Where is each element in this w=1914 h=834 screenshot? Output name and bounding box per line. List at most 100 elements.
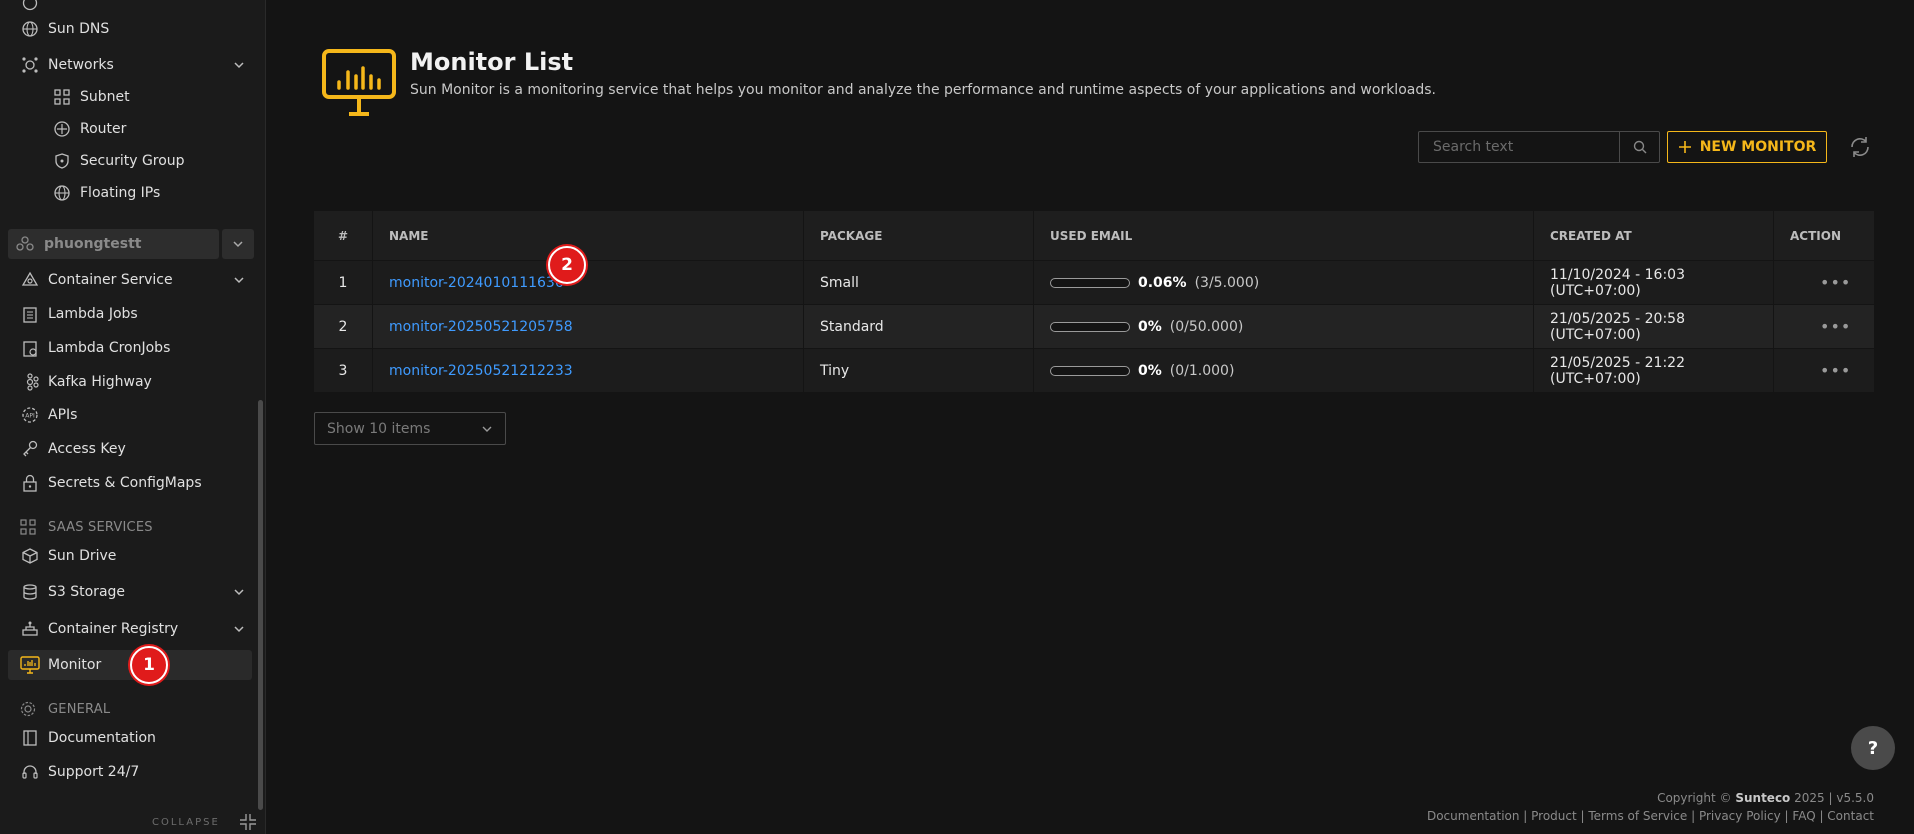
sidebar-item-label: Sun DNS <box>48 21 110 37</box>
search-button[interactable] <box>1619 132 1659 162</box>
sidebar-item-support[interactable]: Support 24/7 <box>8 757 252 787</box>
sidebar-item-label: S3 Storage <box>48 584 126 600</box>
monitor-name-link[interactable]: monitor-20250521205758 <box>389 319 573 335</box>
chevron-down-icon <box>234 589 244 596</box>
search-input[interactable] <box>1419 132 1619 162</box>
sidebar-item-s3-storage[interactable]: S3 Storage <box>8 577 252 607</box>
sidebar-item-label: Kafka Highway <box>48 374 152 390</box>
sidebar-item-label: Documentation <box>48 730 156 746</box>
clipboard-clock-icon <box>20 338 40 358</box>
main-content: Monitor List Sun Monitor is a monitoring… <box>266 0 1914 834</box>
sidebar-item-lambda-jobs[interactable]: Lambda Jobs <box>8 299 252 329</box>
column-header[interactable]: CREATED AT <box>1534 211 1774 260</box>
sidebar-item-lambda-cronjobs[interactable]: Lambda CronJobs <box>8 333 252 363</box>
sidebar-item-documentation[interactable]: Documentation <box>8 723 252 753</box>
plus-icon <box>1678 141 1691 153</box>
key-icon <box>20 439 40 459</box>
usage-progress-bar <box>1050 321 1130 332</box>
sidebar-item-label: Secrets & ConfigMaps <box>48 475 202 491</box>
column-header: ACTION <box>1790 228 1841 243</box>
page-title: Monitor List <box>410 48 574 76</box>
shield-icon <box>52 151 72 171</box>
more-actions-button[interactable]: ••• <box>1790 361 1851 380</box>
footer-links[interactable]: Documentation | Product | Terms of Servi… <box>1427 809 1874 823</box>
page-size-label: Show 10 items <box>327 420 431 437</box>
sidebar-item-security-group[interactable]: Security Group <box>8 146 252 176</box>
project-selector[interactable]: phuongtestt <box>8 229 219 259</box>
table-header: # NAME PACKAGE USED EMAIL CREATED AT ACT… <box>314 211 1874 261</box>
grid-icon <box>20 517 40 537</box>
sidebar-item-label: Subnet <box>80 89 130 105</box>
sidebar-item-label: Support 24/7 <box>48 764 140 780</box>
more-actions-button[interactable]: ••• <box>1790 317 1851 336</box>
section-label: SAAS SERVICES <box>48 519 153 535</box>
column-header[interactable]: # <box>314 211 373 260</box>
sidebar-item-label: APIs <box>48 407 78 423</box>
subnet-icon <box>52 87 72 107</box>
usage-percent: 0% <box>1138 318 1162 335</box>
sidebar-item-container-registry[interactable]: Container Registry <box>8 614 252 644</box>
sidebar-item-apis[interactable]: API APIs <box>8 400 252 430</box>
section-label: GENERAL <box>48 701 111 717</box>
sidebar-item-label: Sun Drive <box>48 548 117 564</box>
collapse-label[interactable]: COLLAPSE <box>152 817 220 828</box>
sidebar-item-sun-drive[interactable]: Sun Drive <box>8 541 252 571</box>
created-at-cell: 11/10/2024 - 16:03 (UTC+07:00) <box>1534 261 1774 304</box>
copyright-prefix: Copyright © <box>1657 791 1732 805</box>
sidebar-item-networks[interactable]: Networks <box>8 50 252 80</box>
usage-progress-bar <box>1050 365 1130 376</box>
monitor-name-link[interactable]: monitor-2024010111636 <box>389 275 564 291</box>
usage-progress-bar <box>1050 277 1130 288</box>
monitor-icon <box>20 655 40 675</box>
sidebar-item-sun-dns[interactable]: Sun DNS <box>8 14 252 44</box>
box-icon <box>20 546 40 566</box>
sidebar-item-floating-ips[interactable]: Floating IPs <box>8 178 252 208</box>
page-subtitle: Sun Monitor is a monitoring service that… <box>410 82 1436 98</box>
column-header[interactable]: PACKAGE <box>804 211 1034 260</box>
usage-count: (0/50.000) <box>1169 318 1244 335</box>
sidebar-item-router[interactable]: Router <box>8 114 252 144</box>
annotation-badge: 1 <box>130 646 168 684</box>
sidebar-item-secrets-configmaps[interactable]: Secrets & ConfigMaps <box>8 468 252 498</box>
new-monitor-label: NEW MONITOR <box>1699 139 1817 155</box>
sidebar-item-label: Security Group <box>80 153 185 169</box>
section-saas-services: SAAS SERVICES <box>8 515 248 539</box>
section-general: GENERAL <box>8 697 248 721</box>
container-icon <box>20 270 40 290</box>
refresh-icon[interactable] <box>1848 135 1872 159</box>
svg-text:API: API <box>25 413 35 420</box>
search-box <box>1418 131 1660 163</box>
router-icon <box>52 119 72 139</box>
usage-count: (3/5.000) <box>1194 274 1260 291</box>
sidebar-item-access-key[interactable]: Access Key <box>8 434 252 464</box>
api-icon: API <box>20 405 40 425</box>
monitor-name-link[interactable]: monitor-20250521212233 <box>389 363 573 379</box>
sidebar-item-container-service[interactable]: Container Service <box>8 265 252 295</box>
chevron-down-icon <box>233 241 243 248</box>
created-at-cell: 21/05/2025 - 21:22 (UTC+07:00) <box>1534 349 1774 392</box>
headset-icon <box>20 762 40 782</box>
created-at-cell: 21/05/2025 - 20:58 (UTC+07:00) <box>1534 305 1774 348</box>
column-header[interactable]: USED EMAIL <box>1034 211 1534 260</box>
sidebar-item-label: Monitor <box>48 657 102 673</box>
more-actions-button[interactable]: ••• <box>1790 273 1851 292</box>
column-header[interactable]: NAME <box>373 211 804 260</box>
sidebar-item-kafka-highway[interactable]: Kafka Highway <box>8 367 252 397</box>
row-number: 3 <box>314 349 373 392</box>
project-toggle-button[interactable] <box>222 229 254 259</box>
package-cell: Small <box>804 261 1034 304</box>
chevron-down-icon <box>234 62 244 69</box>
collapse-icon[interactable] <box>238 812 258 832</box>
kafka-icon <box>20 372 40 392</box>
sidebar-item-label: Router <box>80 121 127 137</box>
sidebar-item-subnet[interactable]: Subnet <box>8 82 252 112</box>
copyright: Copyright © Sunteco 2025 | v5.5.0 <box>1657 791 1874 805</box>
globe-icon <box>20 19 40 39</box>
sidebar-item-label: Lambda Jobs <box>48 306 138 322</box>
new-monitor-button[interactable]: NEW MONITOR <box>1667 131 1827 163</box>
package-cell: Standard <box>804 305 1034 348</box>
search-icon <box>1633 140 1646 154</box>
help-button[interactable]: ? <box>1851 726 1895 770</box>
sidebar-scrollbar[interactable] <box>258 400 263 810</box>
page-size-select[interactable]: Show 10 items <box>314 412 506 445</box>
